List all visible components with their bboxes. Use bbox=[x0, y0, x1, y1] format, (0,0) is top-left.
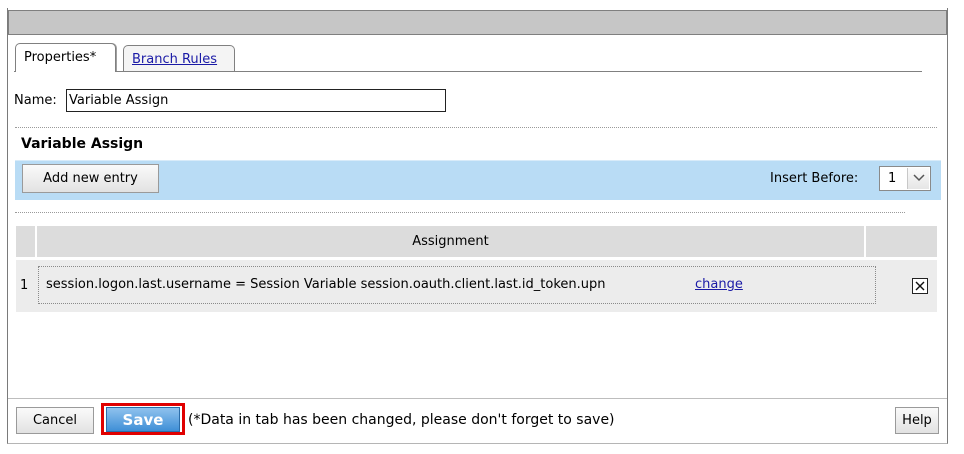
table-header-actions bbox=[866, 226, 937, 257]
tab-properties[interactable]: Properties* bbox=[15, 43, 116, 72]
tab-branch-rules[interactable]: Branch Rules bbox=[123, 45, 235, 72]
tab-properties-label: Properties* bbox=[24, 50, 97, 65]
tab-divider bbox=[115, 71, 922, 72]
insert-before-value: 1 bbox=[888, 171, 897, 186]
dialog-title-bar bbox=[8, 10, 947, 35]
change-link[interactable]: change bbox=[695, 277, 743, 292]
section-title: Variable Assign bbox=[21, 136, 144, 152]
divider bbox=[15, 212, 905, 213]
delete-row-button[interactable] bbox=[912, 278, 928, 294]
add-new-entry-button[interactable]: Add new entry bbox=[22, 164, 159, 193]
assignment-header-label: Assignment bbox=[412, 234, 489, 249]
table-header-index bbox=[16, 226, 35, 257]
insert-before-select[interactable]: 1 bbox=[879, 166, 931, 191]
tab-divider-left bbox=[14, 71, 16, 72]
footer-divider bbox=[8, 398, 947, 399]
help-button[interactable]: Help bbox=[895, 407, 939, 434]
cancel-button[interactable]: Cancel bbox=[16, 407, 94, 434]
unsaved-changes-note: (*Data in tab has been changed, please d… bbox=[188, 412, 615, 428]
tab-branch-rules-label[interactable]: Branch Rules bbox=[132, 52, 217, 67]
insert-before-label: Insert Before: bbox=[770, 171, 859, 186]
table-header-assignment: Assignment bbox=[37, 226, 864, 257]
chevron-down-icon[interactable] bbox=[907, 168, 929, 189]
row-index: 1 bbox=[20, 278, 29, 293]
name-label: Name: bbox=[14, 93, 57, 108]
name-input[interactable] bbox=[66, 89, 446, 112]
divider bbox=[15, 127, 937, 128]
assignment-text: session.logon.last.username = Session Va… bbox=[46, 277, 606, 292]
close-x-icon bbox=[915, 281, 925, 291]
save-button[interactable]: Save bbox=[106, 407, 180, 432]
